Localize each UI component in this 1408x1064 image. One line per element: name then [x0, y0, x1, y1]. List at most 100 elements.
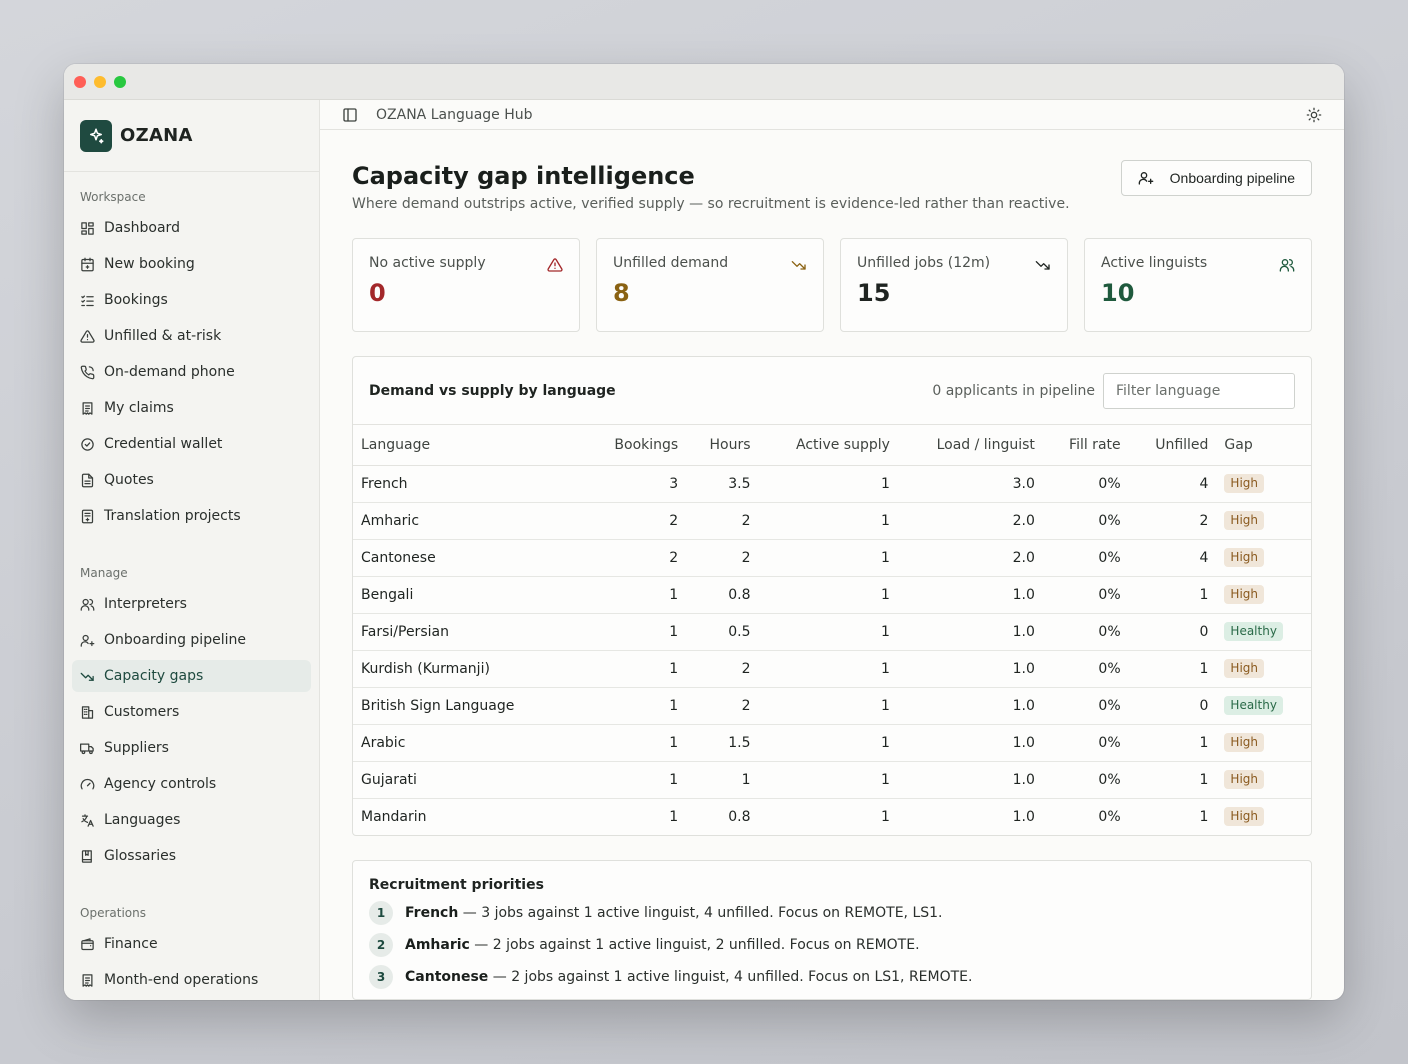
gap-cell: High	[1216, 502, 1311, 540]
sidebar-item-bookings[interactable]: Bookings	[72, 284, 311, 316]
column-header-gap[interactable]: Gap	[1216, 425, 1311, 466]
table-row[interactable]: Farsi/Persian 1 0.5 1 1.0 0% 0 Healthy	[353, 613, 1311, 651]
app-window: OZANA Workspace Dashboard New booking Booki…	[64, 64, 1344, 1000]
cell-bookings: 1	[585, 761, 687, 799]
sidebar-item-dashboard[interactable]: Dashboard	[72, 212, 311, 244]
priority-language: French	[405, 905, 459, 921]
stat-card-unfilled-jobs-12m: Unfilled jobs (12m) 15	[840, 238, 1068, 332]
sidebar-item-on-demand-phone[interactable]: On-demand phone	[72, 356, 311, 388]
cell-bookings: 3	[585, 465, 687, 503]
table-row[interactable]: French 3 3.5 1 3.0 0% 4 High	[353, 465, 1311, 503]
nav-section-title: Operations	[80, 906, 146, 920]
cell-hours: 0.5	[686, 613, 759, 651]
sidebar-item-credential-wallet[interactable]: Credential wallet	[72, 428, 311, 460]
cell-load: 1.0	[897, 613, 1043, 651]
column-header-bookings[interactable]: Bookings	[585, 425, 687, 466]
column-header-language[interactable]: Language	[353, 425, 585, 466]
sidebar-item-suppliers[interactable]: Suppliers	[72, 732, 311, 764]
table-row[interactable]: Amharic 2 2 1 2.0 0% 2 High	[353, 502, 1311, 540]
cell-load: 1.0	[897, 650, 1043, 688]
cell-language: Kurdish (Kurmanji)	[353, 650, 585, 688]
cell-unfilled: 2	[1128, 502, 1217, 540]
stat-value: 10	[1101, 279, 1135, 307]
table-row[interactable]: Cantonese 2 2 1 2.0 0% 4 High	[353, 539, 1311, 577]
page-header: Capacity gap intelligence Where demand o…	[352, 160, 1312, 212]
cell-fill: 0%	[1042, 724, 1129, 762]
cell-load: 1.0	[1012, 808, 1035, 825]
building-icon	[81, 705, 94, 719]
cell-language: Mandarin	[361, 808, 427, 825]
sidebar-item-month-end-operations[interactable]: Month-end operations	[72, 964, 311, 996]
sidebar-toggle-icon[interactable]	[342, 107, 358, 123]
cell-unfilled: 0	[1128, 687, 1217, 725]
trending-down-icon	[791, 261, 806, 270]
column-header-fill-rate[interactable]: Fill rate	[1042, 425, 1129, 466]
cell-load: 1.0	[897, 687, 1043, 725]
cell-load: 3.0	[897, 465, 1043, 503]
priority-text: Amharic — 2 jobs against 1 active lingui…	[405, 937, 920, 953]
stat-card-unfilled-demand: Unfilled demand 8	[596, 238, 824, 332]
sidebar-item-capacity-gaps[interactable]: Capacity gaps	[72, 660, 311, 692]
applicants-count: 0 applicants in pipeline	[932, 382, 1095, 399]
table-row[interactable]: Gujarati 1 1 1 1.0 0% 1 High	[353, 761, 1311, 799]
cell-supply: 1	[758, 502, 898, 540]
file-icon	[81, 473, 94, 487]
sidebar-item-label: Translation projects	[104, 508, 241, 524]
gap-cell: High	[1216, 465, 1311, 503]
table-row[interactable]: Arabic 1 1.5 1 1.0 0% 1 High	[353, 724, 1311, 762]
gap-badge: High	[1224, 733, 1265, 752]
page-title: Capacity gap intelligence	[352, 162, 695, 190]
gap-cell: High	[1216, 761, 1311, 799]
onboarding-pipeline-button[interactable]: Onboarding pipeline	[1120, 160, 1312, 196]
sidebar-item-label: Month-end operations	[104, 972, 259, 988]
sidebar-item-my-claims[interactable]: My claims	[72, 392, 311, 424]
sidebar-item-label: My claims	[104, 400, 174, 416]
column-header-hours[interactable]: Hours	[686, 425, 759, 466]
filter-language-input[interactable]	[1103, 372, 1295, 409]
sun-icon[interactable]	[1306, 107, 1322, 123]
sidebar-item-new-booking[interactable]: New booking	[72, 248, 311, 280]
gap-cell: High	[1216, 576, 1311, 614]
sidebar-item-languages[interactable]: Languages	[72, 804, 311, 836]
sidebar-item-translation-projects[interactable]: Translation projects	[72, 500, 311, 532]
column-header-active-supply[interactable]: Active supply	[758, 425, 898, 466]
gap-cell: Healthy	[1216, 613, 1311, 651]
cell-bookings: 1	[585, 687, 687, 725]
priority-rank: 2	[369, 933, 393, 957]
cell-hours: 2	[686, 650, 759, 688]
book-icon	[81, 849, 92, 863]
sidebar-item-customers[interactable]: Customers	[72, 696, 311, 728]
sidebar-item-quotes[interactable]: Quotes	[72, 464, 311, 496]
sidebar-item-label: Finance	[104, 936, 158, 952]
sidebar-item-finance[interactable]: Finance	[72, 928, 311, 960]
sidebar-item-label: Quotes	[104, 472, 154, 488]
priority-language: Amharic	[405, 937, 470, 953]
table-row[interactable]: Mandarin 1 0.8 1 1.0 0% 1 High	[353, 798, 1311, 835]
receipt-icon	[82, 973, 93, 987]
sidebar-item-glossaries[interactable]: Glossaries	[72, 840, 311, 872]
cell-unfilled: 1	[1128, 650, 1217, 688]
maximize-window-button[interactable]	[114, 75, 126, 88]
sidebar-item-unfilled-at-risk[interactable]: Unfilled & at-risk	[72, 320, 311, 352]
stat-card-active-linguists: Active linguists 10	[1084, 238, 1312, 332]
window-titlebar	[64, 64, 1344, 100]
cell-bookings: 2	[585, 539, 687, 577]
minimize-window-button[interactable]	[94, 75, 106, 88]
brand[interactable]: OZANA	[64, 100, 319, 172]
sidebar-item-agency-controls[interactable]: Agency controls	[72, 768, 311, 800]
close-window-button[interactable]	[74, 75, 86, 88]
table-row[interactable]: Kurdish (Kurmanji) 1 2 1 1.0 0% 1 High	[353, 650, 1311, 688]
cell-hours: 0.8	[686, 576, 759, 614]
table-row[interactable]: Bengali 1 0.8 1 1.0 0% 1 High	[353, 576, 1311, 614]
cell-bookings: 1	[585, 650, 687, 688]
sidebar-item-onboarding-pipeline[interactable]: Onboarding pipeline	[72, 624, 311, 656]
sidebar-item-interpreters[interactable]: Interpreters	[72, 588, 311, 620]
table-row[interactable]: British Sign Language 1 2 1 1.0 0% 0 Healthy	[353, 687, 1311, 725]
column-header-unfilled[interactable]: Unfilled	[1128, 425, 1217, 466]
cell-hours: 2	[686, 502, 759, 540]
cell-fill: 0%	[1042, 576, 1129, 614]
column-header-load-linguist[interactable]: Load / linguist	[897, 425, 1043, 466]
cell-fill: 0%	[1042, 613, 1129, 651]
gap-cell: Healthy	[1216, 687, 1311, 725]
